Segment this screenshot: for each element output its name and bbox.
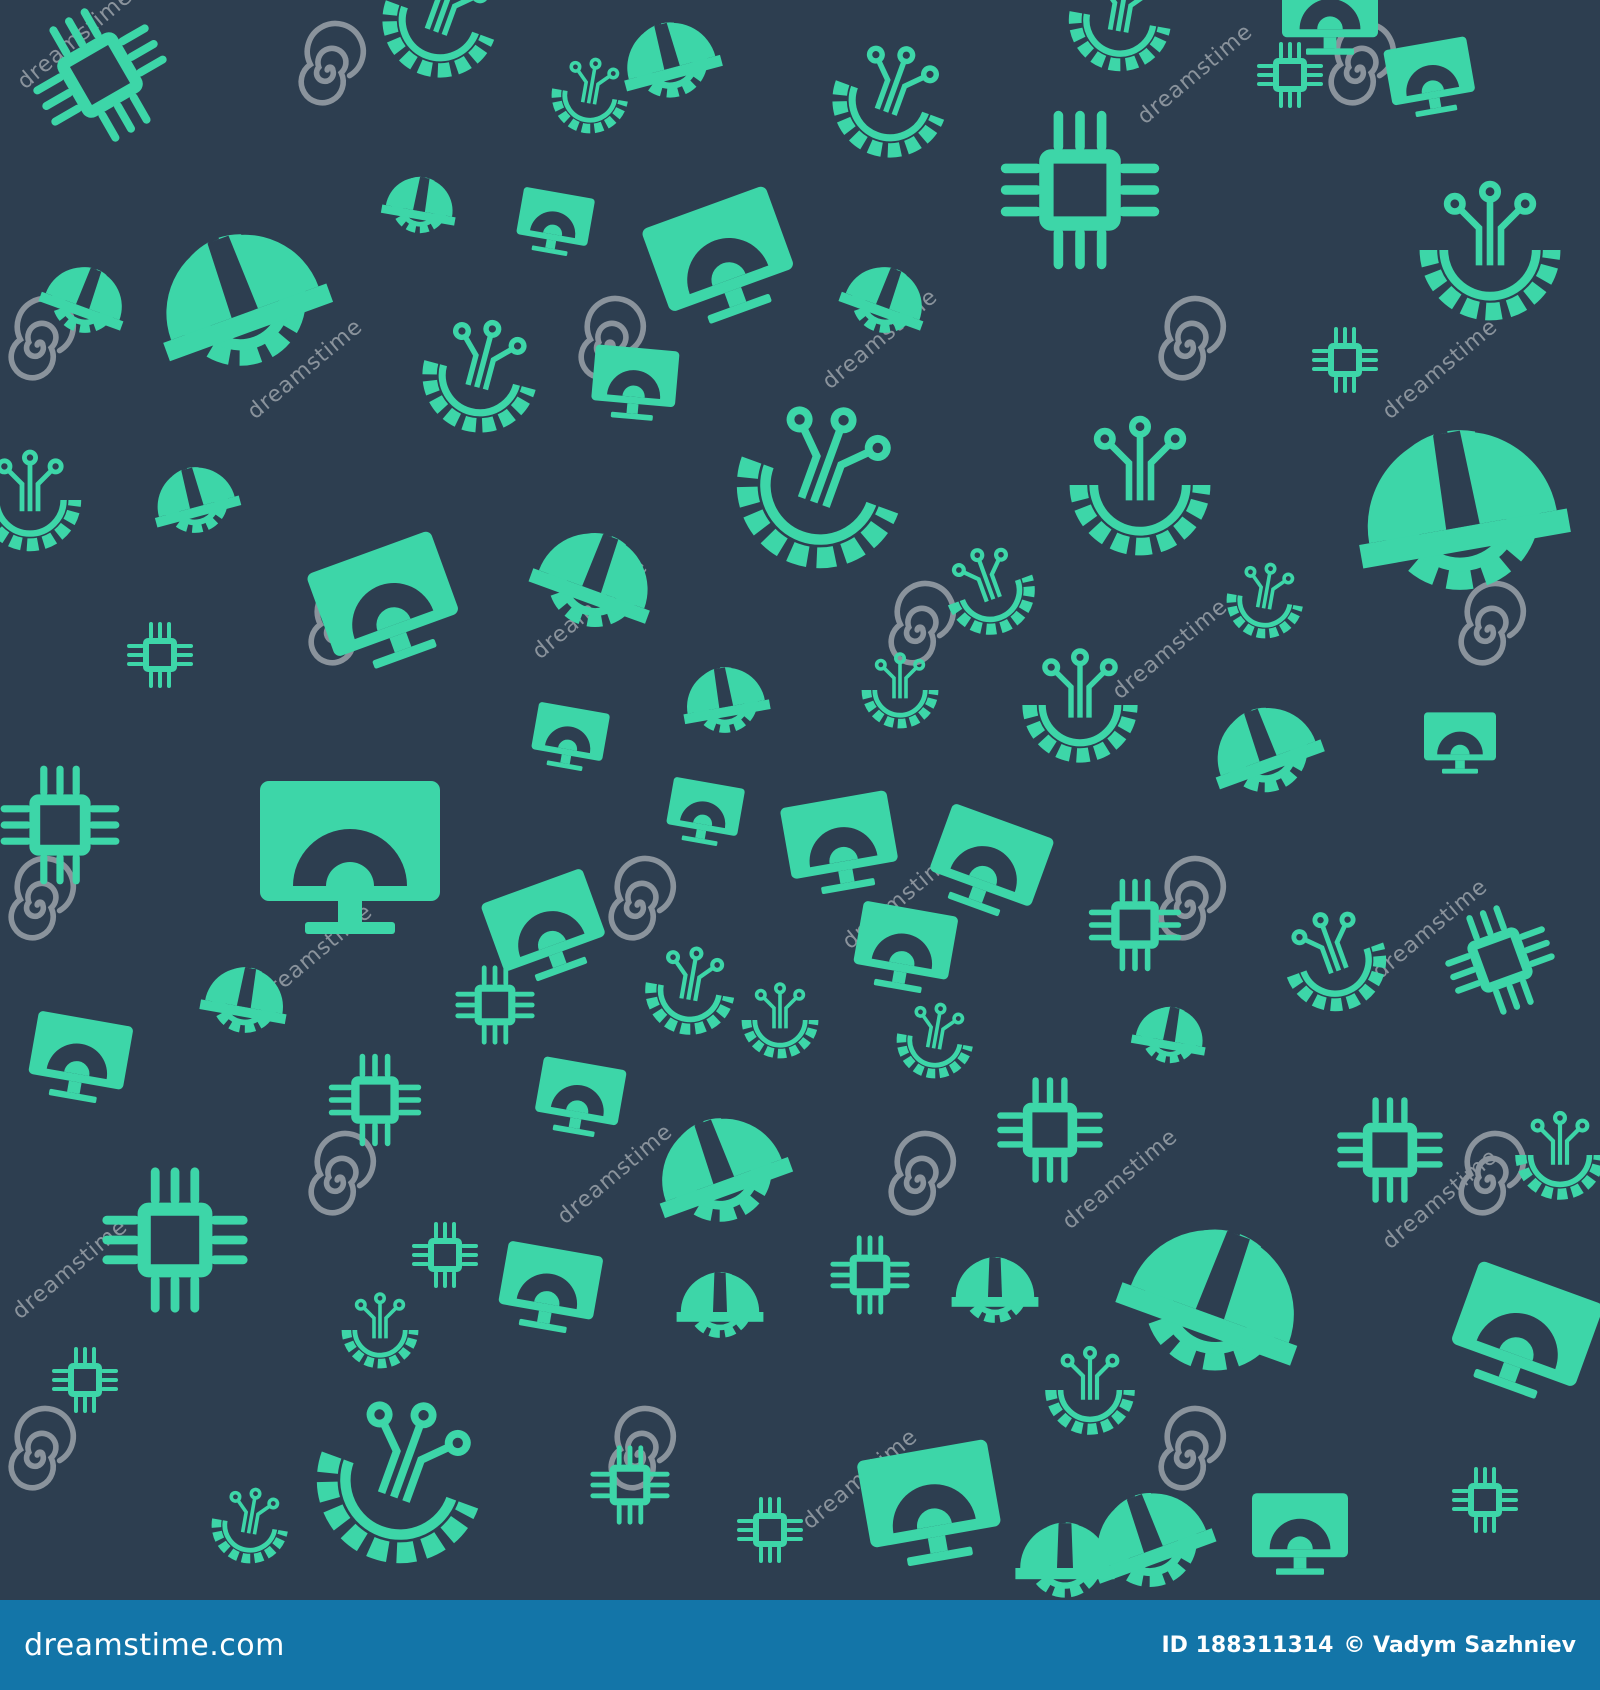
- footer-logo-text: dreamstime.com: [24, 1627, 285, 1663]
- footer-author: © Vadym Sazhniev: [1343, 1632, 1576, 1658]
- footer-credit: ID 188311314 © Vadym Sazhniev: [1162, 1633, 1577, 1658]
- footer-image-id: ID 188311314: [1161, 1632, 1334, 1658]
- footer-bar: dreamstime.com ID 188311314 © Vadym Sazh…: [0, 1600, 1600, 1690]
- seamless-pattern: dreamstime dreamstime dreamstime dreamstime…: [0, 0, 1600, 1600]
- pattern-canvas: dreamstime dreamstimedreamstime dreamstime…: [0, 0, 1600, 1600]
- footer-logo[interactable]: dreamstime.com: [24, 1628, 285, 1663]
